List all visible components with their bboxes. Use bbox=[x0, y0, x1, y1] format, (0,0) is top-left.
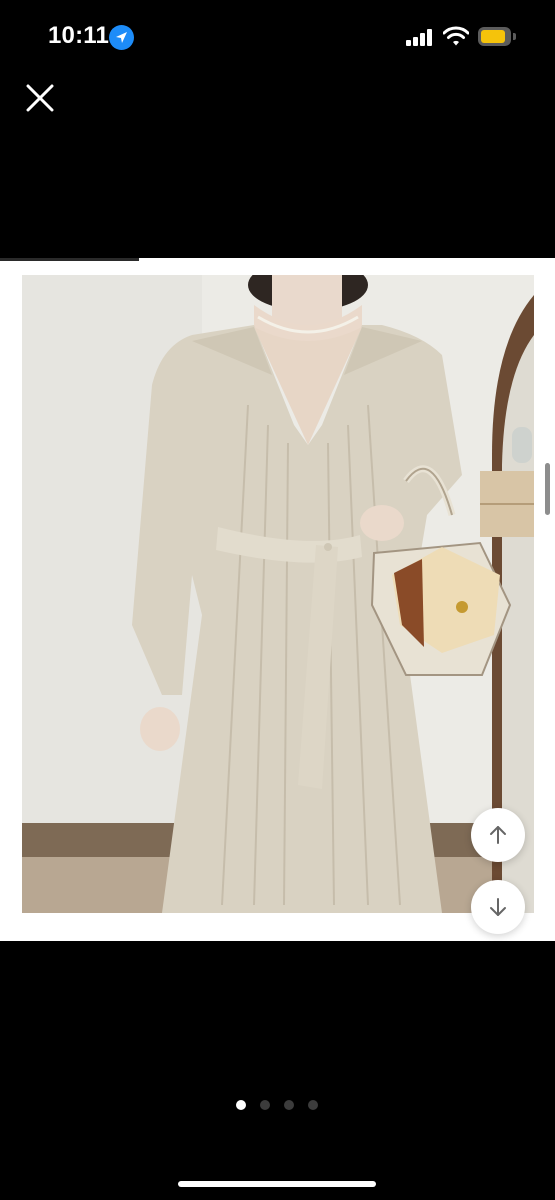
image-progress-track bbox=[0, 258, 555, 261]
status-bar: 10:11 bbox=[0, 0, 555, 72]
status-time: 10:11 bbox=[48, 22, 110, 49]
scroll-down-button[interactable] bbox=[471, 880, 525, 934]
home-indicator[interactable] bbox=[178, 1181, 376, 1187]
close-icon bbox=[26, 84, 54, 112]
wifi-icon bbox=[443, 26, 469, 46]
page-dot-1[interactable] bbox=[236, 1100, 246, 1110]
location-arrow-icon bbox=[109, 25, 134, 50]
page-dot-4[interactable] bbox=[308, 1100, 318, 1110]
scrollbar-thumb[interactable] bbox=[545, 463, 550, 515]
battery-icon bbox=[478, 27, 516, 46]
dress-illustration bbox=[22, 275, 534, 913]
cellular-signal-icon bbox=[406, 29, 434, 46]
arrow-up-icon bbox=[490, 826, 506, 844]
page-dot-3[interactable] bbox=[284, 1100, 294, 1110]
image-progress-bar bbox=[0, 258, 139, 261]
close-button[interactable] bbox=[20, 78, 60, 118]
image-viewer[interactable] bbox=[0, 258, 555, 941]
page-dot-2[interactable] bbox=[260, 1100, 270, 1110]
scroll-up-button[interactable] bbox=[471, 808, 525, 862]
product-photo[interactable] bbox=[22, 275, 534, 913]
arrow-down-icon bbox=[490, 898, 506, 916]
